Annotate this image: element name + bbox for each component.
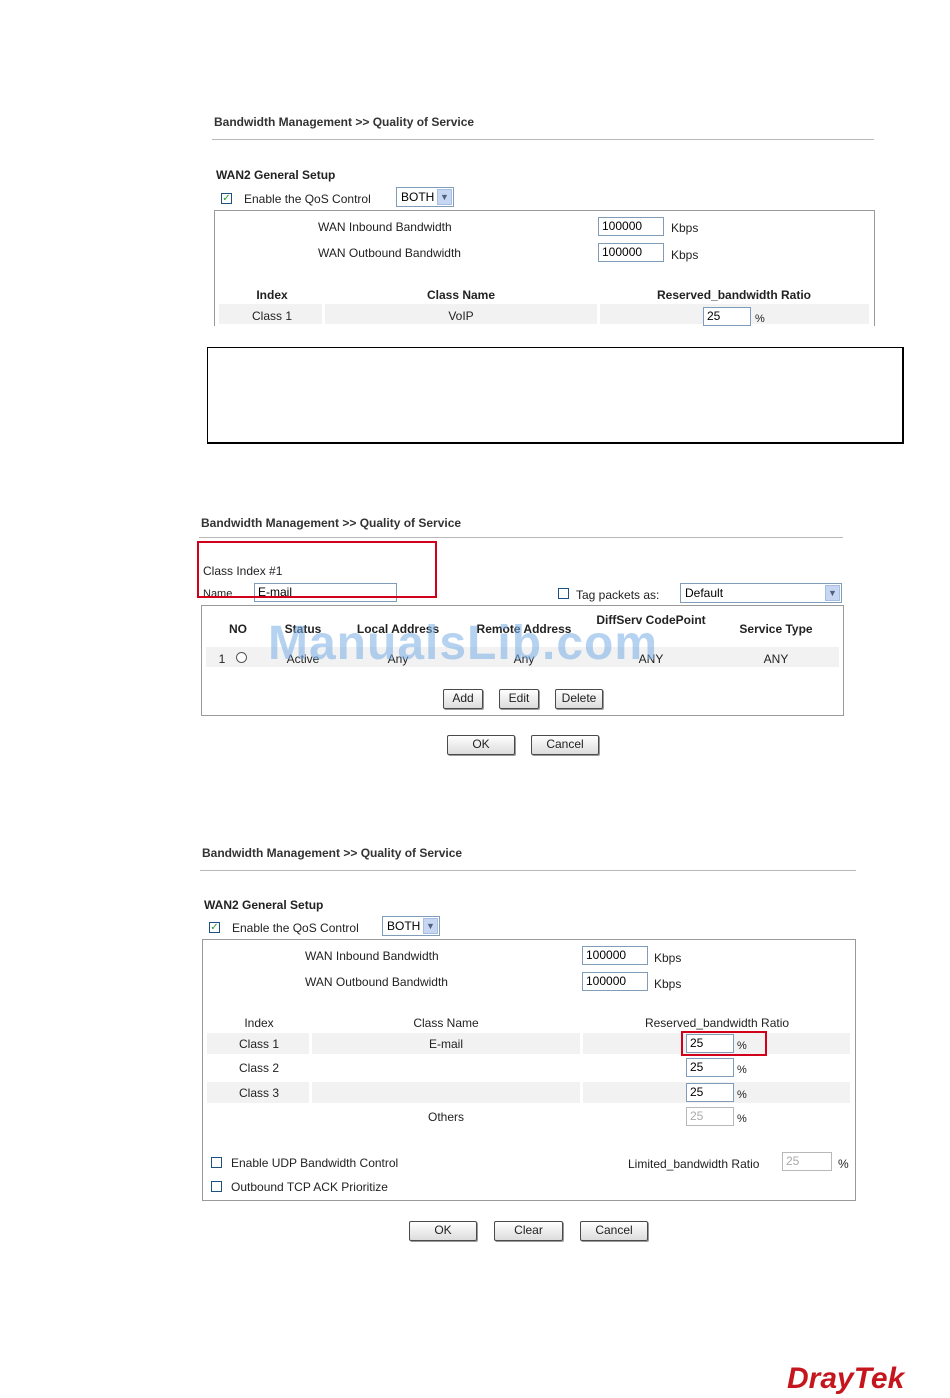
check-icon: ✓ bbox=[210, 922, 219, 933]
col-class-name-3: Class Name bbox=[413, 1016, 479, 1030]
row-name-1: VoIP bbox=[448, 309, 474, 323]
ratio-input-3-2[interactable]: 25 bbox=[686, 1058, 734, 1077]
row-select-radio[interactable] bbox=[236, 652, 247, 663]
inbound-input-3[interactable]: 100000 bbox=[582, 946, 648, 965]
ok-button-2[interactable]: OK bbox=[447, 735, 515, 755]
tag-packets-value: Default bbox=[685, 586, 724, 600]
check-icon: ✓ bbox=[222, 193, 231, 204]
enable-qos-label-1: Enable the QoS Control bbox=[244, 192, 371, 206]
outbound-label-3: WAN Outbound Bandwidth bbox=[305, 975, 448, 989]
cancel-button-3[interactable]: Cancel bbox=[580, 1221, 648, 1241]
outbound-input-1[interactable]: 100000 bbox=[598, 243, 664, 262]
logo-part-1: Dray bbox=[787, 1362, 854, 1395]
direction-select-3[interactable]: BOTH ▼ bbox=[382, 916, 440, 936]
ratio-input-1[interactable]: 25 bbox=[703, 307, 751, 326]
row-index-3-1: Class 1 bbox=[238, 1037, 279, 1051]
divider-2 bbox=[199, 537, 843, 538]
highlight-ratio bbox=[681, 1031, 767, 1056]
chevron-down-icon: ▼ bbox=[437, 189, 452, 205]
inbound-unit-1: Kbps bbox=[671, 221, 699, 235]
row-index-3-3: Class 3 bbox=[238, 1086, 279, 1100]
section-title-3: WAN2 General Setup bbox=[204, 898, 324, 912]
delete-button[interactable]: Delete bbox=[555, 689, 603, 709]
col-index-3: Index bbox=[244, 1016, 274, 1030]
direction-value-1: BOTH bbox=[401, 190, 435, 204]
col-class-name-1: Class Name bbox=[426, 288, 496, 302]
section-title-1: WAN2 General Setup bbox=[216, 168, 336, 182]
tcp-ack-checkbox[interactable] bbox=[211, 1181, 222, 1192]
row-service: ANY bbox=[763, 652, 789, 666]
ratio-input-3-others: 25 bbox=[686, 1107, 734, 1126]
row-index-3-2: Class 2 bbox=[238, 1061, 279, 1075]
ratio-input-3-3[interactable]: 25 bbox=[686, 1083, 734, 1102]
inbound-label-3: WAN Inbound Bandwidth bbox=[305, 949, 439, 963]
chevron-down-icon: ▼ bbox=[825, 585, 840, 601]
inbound-input-1[interactable]: 100000 bbox=[598, 217, 664, 236]
clear-button-3[interactable]: Clear bbox=[494, 1221, 563, 1241]
col-sep bbox=[580, 1082, 583, 1103]
percent-1: % bbox=[755, 313, 765, 325]
breadcrumb-1: Bandwidth Management >> Quality of Servi… bbox=[214, 115, 475, 129]
tag-packets-checkbox[interactable] bbox=[558, 588, 569, 599]
outbound-unit-1: Kbps bbox=[671, 248, 699, 262]
highlight-class-index bbox=[197, 541, 437, 598]
outbound-label-1: WAN Outbound Bandwidth bbox=[318, 246, 461, 260]
watermark: ManualsLib.com bbox=[268, 617, 659, 670]
divider-1 bbox=[212, 139, 874, 140]
limited-ratio-label: Limited_bandwidth Ratio bbox=[628, 1157, 760, 1171]
direction-select-1[interactable]: BOTH ▼ bbox=[396, 187, 454, 207]
direction-value-3: BOTH bbox=[387, 919, 421, 933]
enable-qos-checkbox-1[interactable]: ✓ bbox=[221, 193, 232, 204]
limited-ratio-percent: % bbox=[838, 1157, 849, 1171]
tcp-ack-label: Outbound TCP ACK Prioritize bbox=[231, 1180, 388, 1194]
enable-qos-label-3: Enable the QoS Control bbox=[232, 921, 359, 935]
percent-3-2: % bbox=[737, 1064, 747, 1076]
limited-ratio-input: 25 bbox=[782, 1152, 832, 1171]
tag-packets-label: Tag packets as: bbox=[576, 588, 660, 602]
breadcrumb-3: Bandwidth Management >> Quality of Servi… bbox=[202, 846, 463, 860]
col-sep bbox=[597, 304, 600, 324]
breadcrumb-2: Bandwidth Management >> Quality of Servi… bbox=[201, 516, 462, 530]
chevron-down-icon: ▼ bbox=[423, 918, 438, 934]
col-index-1: Index bbox=[256, 288, 288, 302]
enable-qos-checkbox-3[interactable]: ✓ bbox=[209, 922, 220, 933]
percent-3-4: % bbox=[737, 1113, 747, 1125]
ok-button-3[interactable]: OK bbox=[409, 1221, 477, 1241]
note-box bbox=[207, 347, 904, 444]
inbound-unit-3: Kbps bbox=[654, 951, 682, 965]
inbound-label-1: WAN Inbound Bandwidth bbox=[318, 220, 452, 234]
row-name-3-4: Others bbox=[427, 1110, 464, 1124]
divider-3 bbox=[200, 870, 856, 871]
col-no: NO bbox=[229, 622, 247, 636]
udp-bandwidth-checkbox[interactable] bbox=[211, 1157, 222, 1168]
draytek-logo: DrayTek bbox=[787, 1362, 904, 1396]
udp-bandwidth-label: Enable UDP Bandwidth Control bbox=[231, 1156, 399, 1170]
col-sep bbox=[580, 1033, 583, 1054]
row-index-1: Class 1 bbox=[251, 309, 292, 323]
percent-3-3: % bbox=[737, 1089, 747, 1101]
edit-button[interactable]: Edit bbox=[499, 689, 539, 709]
col-ratio-3: Reserved_bandwidth Ratio bbox=[644, 1016, 790, 1030]
row-name-3-1: E-mail bbox=[428, 1037, 463, 1051]
row-no: 1 bbox=[218, 652, 226, 666]
logo-part-2: Tek bbox=[853, 1362, 905, 1395]
col-ratio-1: Reserved_bandwidth Ratio bbox=[656, 288, 812, 302]
outbound-input-3[interactable]: 100000 bbox=[582, 972, 648, 991]
col-service-type: Service Type bbox=[739, 622, 813, 636]
col-sep bbox=[309, 1082, 312, 1103]
outbound-unit-3: Kbps bbox=[654, 977, 682, 991]
tag-packets-select[interactable]: Default ▼ bbox=[680, 583, 842, 603]
add-button[interactable]: Add bbox=[443, 689, 483, 709]
cancel-button-2[interactable]: Cancel bbox=[531, 735, 599, 755]
